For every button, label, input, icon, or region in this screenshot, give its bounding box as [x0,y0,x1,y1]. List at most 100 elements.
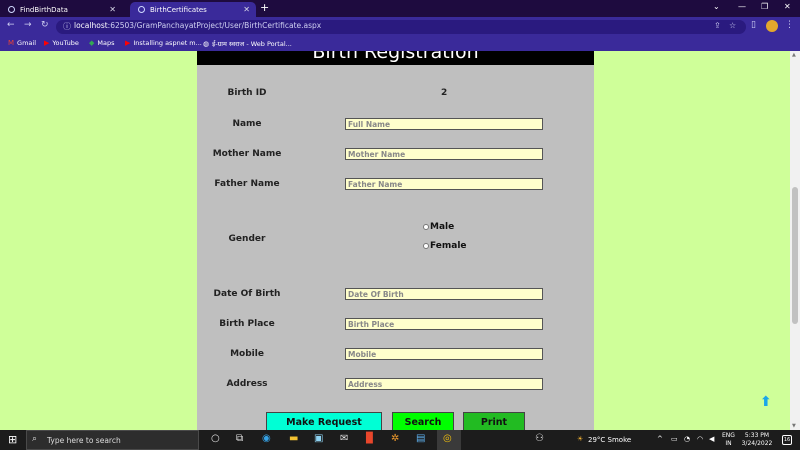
full-name-input[interactable] [345,118,543,130]
registration-form: Birth Registration Birth ID 2 Name Mothe… [197,51,594,431]
address-input[interactable] [345,378,543,390]
form-header: Birth Registration [197,51,594,65]
bookmark-star-icon[interactable]: ☆ [729,21,736,30]
close-window-button[interactable]: ✕ [784,2,791,11]
father-name-input[interactable] [345,178,543,190]
tab-search-icon[interactable]: ⌄ [713,2,720,11]
file-explorer-icon[interactable]: ▬ [289,433,298,444]
youtube-icon: ▶ [125,39,131,47]
radio-circle-icon[interactable] [423,224,429,230]
mobile-input[interactable] [345,348,543,360]
photos-icon[interactable]: ▤ [416,433,425,444]
taskbar-search-box[interactable]: ⌕ Type here to search [26,430,199,450]
scroll-down-icon[interactable]: ▼ [792,423,796,429]
close-tab-icon[interactable]: ✕ [109,5,116,14]
edge-icon[interactable]: ◉ [262,433,271,444]
birth-place-input[interactable] [345,318,543,330]
tab-label: BirthCertificates [150,5,207,14]
system-clock[interactable]: 5:33 PM 3/24/2022 [740,432,774,448]
share-icon[interactable]: ⇪ [714,21,721,30]
tab-birth-certificates[interactable]: BirthCertificates ✕ [130,2,256,17]
back-icon[interactable]: ← [7,20,15,30]
chrome-icon[interactable]: ◎ [443,433,452,444]
info-icon: ⓘ [63,22,71,31]
bookmark-gmail[interactable]: M Gmail [8,39,36,47]
taskbar-search-placeholder: Type here to search [47,436,121,445]
close-tab-icon[interactable]: ✕ [243,5,250,14]
profile-avatar[interactable] [766,20,778,32]
clock-date: 3/24/2022 [741,440,773,447]
language-indicator[interactable]: ENG IN [722,432,735,448]
radio-circle-icon[interactable] [423,243,429,249]
new-tab-button[interactable]: + [260,1,269,14]
gmail-icon: M [8,39,15,47]
radio-label-female: Female [430,241,467,251]
scroll-to-top-arrow-icon[interactable]: ⬆ [760,394,772,410]
bookmark-label: ई-ग्राम स्वराज - Web Portal... [212,40,292,48]
bookmarks-bar: M Gmail ▶ YouTube ◆ Maps ▶ Installing aspnet… [0,37,800,51]
bookmark-label: YouTube [52,39,79,47]
app-icon[interactable]: ✲ [391,433,399,444]
mail-icon[interactable]: ✉ [340,433,348,444]
mother-name-input[interactable] [345,148,543,160]
make-request-button[interactable]: Make Request [266,412,382,431]
url-text: localhost:62503/GramPanchayatProject/Use… [74,21,321,30]
show-hidden-icons-chevron-icon[interactable]: ^ [657,435,663,443]
maximize-button[interactable]: ❐ [761,2,768,11]
address-bar[interactable]: ⓘ localhost:62503/GramPanchayatProject/U… [56,20,746,34]
store-icon[interactable]: ▣ [314,433,323,444]
search-icon: ⌕ [32,434,38,444]
volume-icon[interactable]: ◀ [709,435,714,443]
people-icon[interactable]: ⚇ [535,433,544,444]
scroll-up-icon[interactable]: ▲ [792,52,796,58]
network-icon[interactable]: ◔ [684,435,690,443]
birth-id-value: 2 [441,88,448,98]
menu-icon[interactable]: ⋮ [785,20,794,30]
notification-center-icon[interactable]: 16 [782,435,792,445]
print-button[interactable]: Print [463,412,525,431]
bookmark-youtube[interactable]: ▶ YouTube [44,39,79,47]
dob-label: Date Of Birth [213,289,281,299]
clock-time: 5:33 PM [744,432,770,439]
windows-taskbar: ⊞ ⌕ Type here to search ○ ⧉ ◉ ▬ ▣ ✉ ▉ ✲ … [0,430,800,450]
bookmark-maps[interactable]: ◆ Maps [89,39,115,47]
search-button[interactable]: Search [392,412,454,431]
task-view-icon[interactable]: ⧉ [236,433,243,444]
bookmark-egram-portal[interactable]: ◍ ई-ग्राम स्वराज - Web Portal... [203,39,292,49]
tab-label: FindBirthData [20,5,68,14]
battery-icon[interactable]: ▭ [671,435,678,443]
lang-region: IN [725,440,732,447]
father-name-label: Father Name [214,179,280,189]
reload-icon[interactable]: ↻ [41,20,49,30]
gender-radio-male[interactable]: Male [423,222,454,232]
tab-find-birth-data[interactable]: FindBirthData ✕ [0,2,122,17]
windows-start-icon[interactable]: ⊞ [8,433,17,446]
gender-radio-female[interactable]: Female [423,241,467,251]
browser-toolbar: ← → ↻ ⓘ localhost:62503/GramPanchayatPro… [0,17,800,37]
globe-icon [138,6,145,13]
youtube-icon: ▶ [44,39,50,47]
forward-icon[interactable]: → [24,20,32,30]
bookmark-installing-aspnet[interactable]: ▶ Installing aspnet m... [125,39,202,47]
tab-strip: FindBirthData ✕ BirthCertificates ✕ + ⌄ … [0,0,800,17]
bookmark-label: Maps [97,39,115,47]
notification-count: 16 [783,437,791,443]
bookmark-label: Gmail [17,39,37,47]
wifi-icon[interactable]: ◠ [697,435,703,443]
scrollbar-thumb[interactable] [792,187,798,324]
cortana-icon[interactable]: ○ [211,433,220,444]
globe-icon: ◍ [203,39,210,48]
name-label: Name [232,119,262,129]
office-icon[interactable]: ▉ [366,433,374,444]
minimize-button[interactable]: — [738,2,746,11]
form-title: Birth Registration [312,51,479,63]
birth-place-label: Birth Place [219,319,275,329]
gender-label: Gender [228,234,266,244]
url-path: :62503/GramPanchayatProject/User/BirthCe… [107,21,322,30]
weather-text[interactable]: 29°C Smoke [588,436,631,444]
page-scrollbar[interactable]: ▲ ▼ [790,51,800,430]
mobile-label: Mobile [230,349,264,359]
address-label: Address [226,379,268,389]
dob-input[interactable] [345,288,543,300]
side-panel-icon[interactable]: ▯ [751,20,756,30]
